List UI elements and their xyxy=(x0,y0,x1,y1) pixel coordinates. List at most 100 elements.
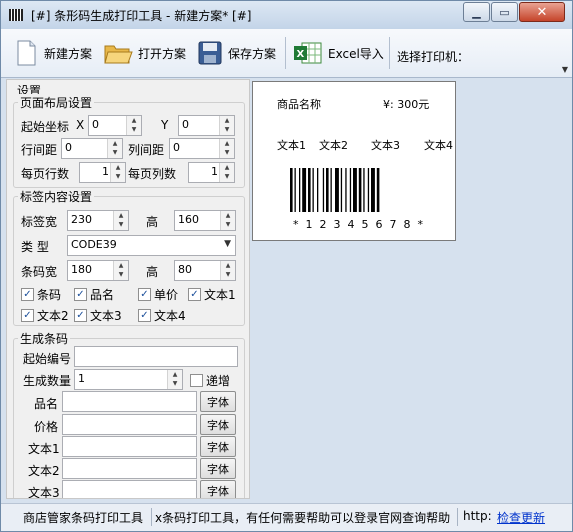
increment-checkbox[interactable]: 递增 xyxy=(190,372,230,389)
check-barcode[interactable]: ✓ 条码 xyxy=(21,286,61,303)
new-scheme-label: 新建方案 xyxy=(44,46,93,61)
checkbox-icon[interactable] xyxy=(190,374,203,387)
col-gap-value: 0 xyxy=(173,141,180,154)
preview-text2: 文本2 xyxy=(319,139,348,152)
checkbox-icon[interactable]: ✓ xyxy=(74,288,87,301)
start-y-value: 0 xyxy=(182,118,189,131)
generate-count-stepper[interactable]: 1 ▲ ▼ xyxy=(74,369,183,390)
maximize-button[interactable]: ▭ xyxy=(491,2,518,22)
generate-count-value: 1 xyxy=(78,372,85,385)
label-height-label: 高 xyxy=(146,215,159,229)
rows-per-page-stepper[interactable]: 1 ▲ ▼ xyxy=(79,162,126,183)
status-app-name: 商店管家条码打印工具 xyxy=(23,511,144,525)
new-scheme-button[interactable]: 新建方案 xyxy=(13,37,92,69)
cols-per-page-value: 1 xyxy=(211,165,218,178)
text3-input[interactable] xyxy=(62,480,197,498)
spin-arrows[interactable]: ▲ ▼ xyxy=(220,261,235,280)
check-product-name[interactable]: ✓ 品名 xyxy=(74,286,114,303)
spin-arrows[interactable]: ▲ ▼ xyxy=(126,116,141,135)
check-text4[interactable]: ✓ 文本4 xyxy=(138,307,186,324)
start-number-label: 起始编号 xyxy=(23,352,72,366)
price-font-button[interactable]: 字体 xyxy=(200,414,236,435)
excel-import-label: Excel导入 xyxy=(328,46,384,61)
document-icon xyxy=(17,40,36,66)
open-scheme-label: 打开方案 xyxy=(138,46,187,61)
excel-import-button[interactable]: X Excel导入 xyxy=(293,37,384,69)
settings-panel: 设置 页面布局设置 起始坐标 X 0 ▲ ▼ Y 0 ▲ ▼ 行间距 0 ▲ ▼ 列间… xyxy=(6,79,250,499)
barcode-bar xyxy=(326,168,329,212)
product-name-font-button[interactable]: 字体 xyxy=(200,391,236,412)
rows-per-page-value: 1 xyxy=(102,165,109,178)
checkbox-icon[interactable]: ✓ xyxy=(74,309,87,322)
product-name-input[interactable] xyxy=(62,391,197,412)
cols-per-page-stepper[interactable]: 1 ▲ ▼ xyxy=(188,162,235,183)
price-input[interactable] xyxy=(62,414,197,435)
start-x-stepper[interactable]: 0 ▲ ▼ xyxy=(88,115,142,136)
col-gap-stepper[interactable]: 0 ▲ ▼ xyxy=(169,138,235,159)
check-label: 单价 xyxy=(154,288,179,302)
text1-input[interactable] xyxy=(62,436,197,457)
check-label: 文本3 xyxy=(90,309,122,323)
barcode-height-stepper[interactable]: 80 ▲ ▼ xyxy=(174,260,236,281)
checkbox-icon[interactable]: ✓ xyxy=(138,288,151,301)
barcode-bar xyxy=(312,168,314,212)
spin-arrows[interactable]: ▲ ▼ xyxy=(167,370,182,389)
save-scheme-button[interactable]: 保存方案 xyxy=(197,37,276,69)
checkbox-icon[interactable]: ✓ xyxy=(21,309,34,322)
text1-font-button[interactable]: 字体 xyxy=(200,436,236,457)
minimize-button[interactable]: ▁ xyxy=(463,2,490,22)
checkbox-icon[interactable]: ✓ xyxy=(21,288,34,301)
start-coord-label: 起始坐标 xyxy=(21,120,70,134)
label-width-stepper[interactable]: 230 ▲ ▼ xyxy=(67,210,129,231)
check-text2[interactable]: ✓ 文本2 xyxy=(21,307,69,324)
spin-arrows[interactable]: ▲ ▼ xyxy=(219,116,234,135)
close-button[interactable]: ✕ xyxy=(519,2,565,22)
start-x-value: 0 xyxy=(92,118,99,131)
spin-arrows[interactable]: ▲ ▼ xyxy=(113,261,128,280)
floppy-icon xyxy=(198,41,222,65)
barcode-digits: *12345678* xyxy=(293,218,430,231)
open-scheme-button[interactable]: 打开方案 xyxy=(103,37,186,69)
spin-arrows[interactable]: ▲ ▼ xyxy=(219,139,234,158)
check-text3[interactable]: ✓ 文本3 xyxy=(74,307,122,324)
barcode-type-value: CODE39 xyxy=(71,238,117,251)
check-label: 条码 xyxy=(37,288,62,302)
spin-arrows[interactable]: ▲ ▼ xyxy=(219,163,234,182)
check-update-link[interactable]: 检查更新 xyxy=(497,509,545,526)
spin-arrows[interactable]: ▲ ▼ xyxy=(220,211,235,230)
preview-text3: 文本3 xyxy=(371,139,400,152)
spin-arrows[interactable]: ▲ ▼ xyxy=(113,211,128,230)
spin-arrows[interactable]: ▲ ▼ xyxy=(110,163,125,182)
checkbox-icon[interactable]: ✓ xyxy=(188,288,201,301)
cols-per-page-label: 每页列数 xyxy=(128,167,177,181)
text3-font-button[interactable]: 字体 xyxy=(200,480,236,498)
preview-text1: 文本1 xyxy=(277,139,306,152)
start-number-input[interactable] xyxy=(74,346,238,367)
barcode-bar xyxy=(299,168,301,212)
barcode-bar xyxy=(308,168,311,212)
barcode-bar xyxy=(349,168,352,212)
start-y-stepper[interactable]: 0 ▲ ▼ xyxy=(178,115,235,136)
preview-product-name: 商品名称 xyxy=(277,98,321,111)
status-divider xyxy=(457,508,458,526)
increment-label: 递增 xyxy=(206,374,231,388)
barcode-width-stepper[interactable]: 180 ▲ ▼ xyxy=(67,260,129,281)
label-content-group: 标签内容设置 标签宽 230 ▲ ▼ 高 160 ▲ ▼ 类 型 CODE39 ▼ … xyxy=(13,188,245,326)
label-preview: 商品名称 ¥: 300元 文本1 文本2 文本3 文本4 *12345678* xyxy=(252,81,456,241)
checkbox-icon[interactable]: ✓ xyxy=(138,309,151,322)
preview-text4: 文本4 xyxy=(424,139,453,152)
spin-arrows[interactable]: ▲ ▼ xyxy=(107,139,122,158)
barcode-bar xyxy=(353,168,357,212)
text2-font-button[interactable]: 字体 xyxy=(200,458,236,479)
field-label: 文本2 xyxy=(28,464,60,478)
barcode-type-select[interactable]: CODE39 ▼ xyxy=(67,235,236,256)
text2-input[interactable] xyxy=(62,458,197,479)
select-printer-label[interactable]: 选择打印机： xyxy=(397,48,469,65)
label-height-stepper[interactable]: 160 ▲ ▼ xyxy=(174,210,236,231)
barcode-height-label: 高 xyxy=(146,265,159,279)
toolbar-overflow-icon[interactable]: ▼ xyxy=(560,65,570,75)
status-help-text: x条码打印工具，有任何需要帮助可以登录官网查询帮助 xyxy=(155,511,451,525)
row-gap-stepper[interactable]: 0 ▲ ▼ xyxy=(61,138,123,159)
check-text1[interactable]: ✓ 文本1 xyxy=(188,286,236,303)
check-unit-price[interactable]: ✓ 单价 xyxy=(138,286,178,303)
